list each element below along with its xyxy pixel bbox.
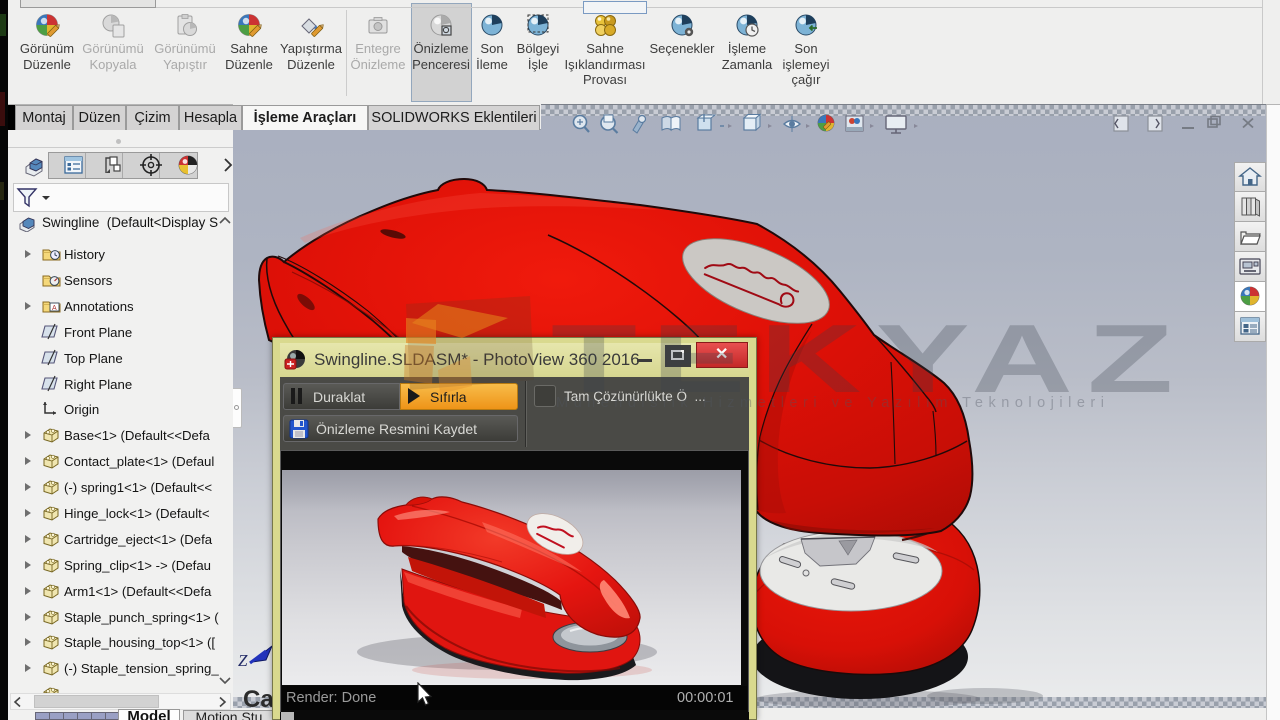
svg-text:Z: Z <box>238 651 248 670</box>
svg-text:A: A <box>52 305 57 312</box>
